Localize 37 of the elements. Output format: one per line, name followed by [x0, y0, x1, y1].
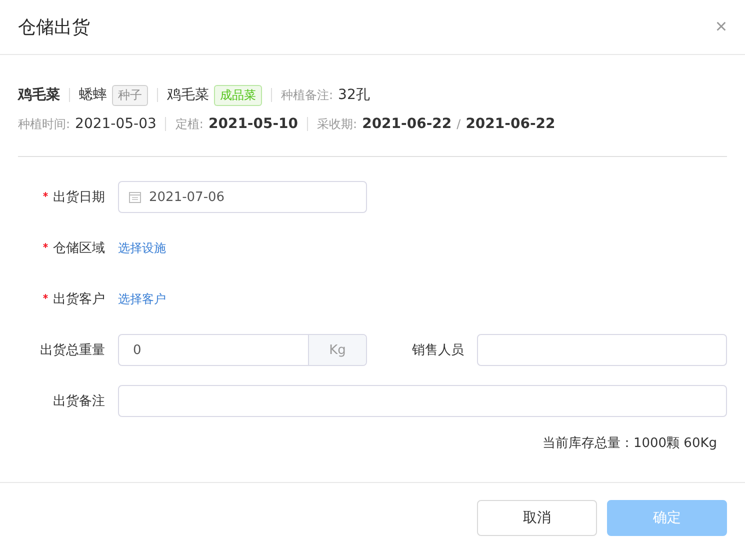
form-label: 出货备注 [52, 393, 106, 410]
date-field[interactable]: 2021-07-06 [118, 181, 367, 213]
form-label: 出货日期 [18, 188, 118, 206]
field-value: 2021-06-22 [466, 116, 556, 132]
required-icon [43, 192, 48, 197]
field-value: 2021-06-22 [362, 116, 452, 132]
field-label: 采收期: [317, 116, 358, 132]
form-label: 销售人员 [411, 342, 465, 359]
input-field[interactable] [477, 334, 727, 366]
field-value: 鸡毛菜 [18, 86, 60, 104]
weight-field[interactable]: 0 Kg [118, 334, 367, 366]
field-value: 2021-05-10 [208, 116, 298, 132]
field-label: 种植备注: [281, 86, 334, 104]
unit-addon: Kg [308, 335, 366, 365]
calendar-icon [129, 191, 141, 203]
field-value: 32孔 [338, 86, 370, 104]
field-value: 2021-05-03 [75, 116, 156, 132]
select-link[interactable]: 选择客户 [118, 290, 166, 308]
field-label: / [456, 117, 461, 131]
field-label: 种植时间: [18, 116, 70, 132]
input-field[interactable] [118, 385, 727, 417]
required-icon [43, 294, 48, 299]
cancel-button[interactable]: 取消 [477, 500, 597, 536]
field-label: 定植: [175, 116, 204, 132]
date-value: 2021-07-06 [149, 190, 225, 204]
select-link[interactable]: 选择设施 [118, 240, 166, 256]
required-icon [43, 243, 48, 248]
form-label: 仓储区域 [18, 239, 118, 257]
tag: 种子 [112, 84, 148, 106]
tag: 成品菜 [214, 84, 262, 106]
field-value: 鸡毛菜 [167, 86, 209, 104]
stock-total: 当前库存总量：1000颗 60Kg [541, 435, 718, 452]
form-label: 出货总重量 [39, 342, 106, 359]
dialog-title: 仓储出货 [18, 16, 90, 39]
close-button[interactable]: × [715, 16, 727, 38]
form-label: 出货客户 [18, 290, 118, 308]
field-value: 蟋蟀 [79, 86, 107, 104]
